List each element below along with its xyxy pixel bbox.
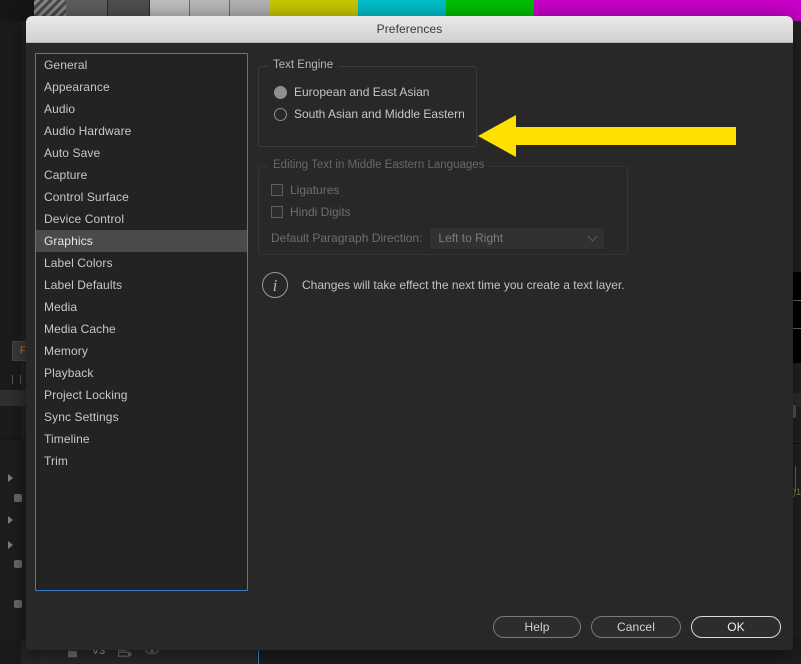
dialog-body: General Appearance Audio Audio Hardware Auto… <box>26 43 793 650</box>
sidebar-item-label: Media Cache <box>44 322 116 336</box>
sidebar-item-audio-hardware[interactable]: Audio Hardware <box>36 120 247 142</box>
sidebar-item-label: Audio <box>44 102 76 116</box>
checkbox-hindi-digits[interactable]: Hindi Digits <box>259 201 627 223</box>
sidebar-item-label-colors[interactable]: Label Colors <box>36 252 247 274</box>
sidebar-item-label: Label Colors <box>44 256 113 270</box>
checkbox-icon-unchecked[interactable] <box>271 184 283 196</box>
sidebar-item-control-surface[interactable]: Control Surface <box>36 186 247 208</box>
paragraph-direction-value: Left to Right <box>438 231 504 245</box>
sidebar-item-label: Sync Settings <box>44 410 119 424</box>
background-text-fragment: F <box>20 345 26 355</box>
sidebar-item-label: Memory <box>44 344 88 358</box>
sidebar-item-label: Project Locking <box>44 388 128 402</box>
sidebar-item-capture[interactable]: Capture <box>36 164 247 186</box>
radio-label: European and East Asian <box>294 85 430 99</box>
sidebar-item-audio[interactable]: Audio <box>36 98 247 120</box>
sidebar-item-label: Trim <box>44 454 68 468</box>
sidebar-item-label: Auto Save <box>44 146 101 160</box>
sidebar-item-media[interactable]: Media <box>36 296 247 318</box>
background-swatch <box>14 600 22 608</box>
preferences-dialog[interactable]: Preferences General Appearance Audio Audio … <box>26 16 793 650</box>
sidebar-item-graphics[interactable]: Graphics <box>36 230 247 252</box>
sidebar-item-trim[interactable]: Trim <box>36 450 247 472</box>
sidebar-item-label: Capture <box>44 168 88 182</box>
info-icon: i <box>262 272 288 298</box>
text-engine-group: Text Engine European and East Asian Sout… <box>258 59 477 147</box>
cancel-button[interactable]: Cancel <box>591 616 681 638</box>
paragraph-direction-label: Default Paragraph Direction: <box>271 231 423 245</box>
checkbox-ligatures[interactable]: Ligatures <box>259 179 627 201</box>
dialog-title: Preferences <box>376 22 443 36</box>
editing-group-title: Editing Text in Middle Eastern Languages <box>268 159 490 171</box>
paragraph-direction-row: Default Paragraph Direction: Left to Rig… <box>259 226 627 250</box>
disclosure-triangle-icon <box>8 516 13 524</box>
sidebar-item-media-cache[interactable]: Media Cache <box>36 318 247 340</box>
sidebar-item-sync-settings[interactable]: Sync Settings <box>36 406 247 428</box>
sidebar-item-label: Appearance <box>44 80 110 94</box>
radio-label: South Asian and Middle Eastern <box>294 107 465 121</box>
preferences-content-pane: Text Engine European and East Asian Sout… <box>258 53 783 640</box>
sidebar-item-general[interactable]: General <box>36 54 247 76</box>
sidebar-item-label: Label Defaults <box>44 278 123 292</box>
background-swatch <box>14 494 22 502</box>
radio-icon-selected[interactable] <box>274 85 287 99</box>
sidebar-item-label: General <box>44 58 88 72</box>
ruler-tick <box>12 375 13 384</box>
chevron-down-icon <box>587 231 598 242</box>
ruler-tick <box>20 375 21 384</box>
sidebar-item-device-control[interactable]: Device Control <box>36 208 247 230</box>
radio-european-east-asian[interactable]: European and East Asian <box>259 81 476 103</box>
checkbox-label: Ligatures <box>290 183 340 197</box>
sidebar-item-label: Media <box>44 300 78 314</box>
editing-middle-eastern-group: Editing Text in Middle Eastern Languages… <box>258 159 628 255</box>
sidebar-item-memory[interactable]: Memory <box>36 340 247 362</box>
sidebar-item-label-defaults[interactable]: Label Defaults <box>36 274 247 296</box>
sidebar-item-label: Control Surface <box>44 190 129 204</box>
sidebar-item-label: Audio Hardware <box>44 124 132 138</box>
sidebar-item-project-locking[interactable]: Project Locking <box>36 384 247 406</box>
checkbox-label: Hindi Digits <box>290 205 351 219</box>
sidebar-item-label: Graphics <box>44 234 93 248</box>
radio-south-asian-middle-eastern[interactable]: South Asian and Middle Eastern <box>259 103 476 125</box>
ok-button[interactable]: OK <box>691 616 781 638</box>
sidebar-item-label: Device Control <box>44 212 125 226</box>
disclosure-triangle-icon <box>8 474 13 482</box>
info-note-text: Changes will take effect the next time y… <box>302 278 625 292</box>
checkbox-icon-unchecked[interactable] <box>271 206 283 218</box>
timecode-fragment: )1 <box>792 487 801 497</box>
background-swatch <box>14 560 22 568</box>
sidebar-item-label: Timeline <box>44 432 90 446</box>
sidebar-item-label: Playback <box>44 366 94 380</box>
dialog-titlebar[interactable]: Preferences <box>26 16 793 43</box>
dialog-button-row: Help Cancel OK <box>493 616 781 638</box>
sidebar-item-timeline[interactable]: Timeline <box>36 428 247 450</box>
info-note: i Changes will take effect the next time… <box>262 272 625 298</box>
help-button[interactable]: Help <box>493 616 581 638</box>
sidebar-item-playback[interactable]: Playback <box>36 362 247 384</box>
paragraph-direction-select[interactable]: Left to Right <box>430 227 605 249</box>
preferences-category-list[interactable]: General Appearance Audio Audio Hardware Auto… <box>35 53 248 591</box>
radio-icon-unselected[interactable] <box>274 107 287 121</box>
sidebar-item-auto-save[interactable]: Auto Save <box>36 142 247 164</box>
sidebar-item-appearance[interactable]: Appearance <box>36 76 247 98</box>
disclosure-triangle-icon <box>8 541 13 549</box>
text-engine-group-title: Text Engine <box>268 59 339 71</box>
